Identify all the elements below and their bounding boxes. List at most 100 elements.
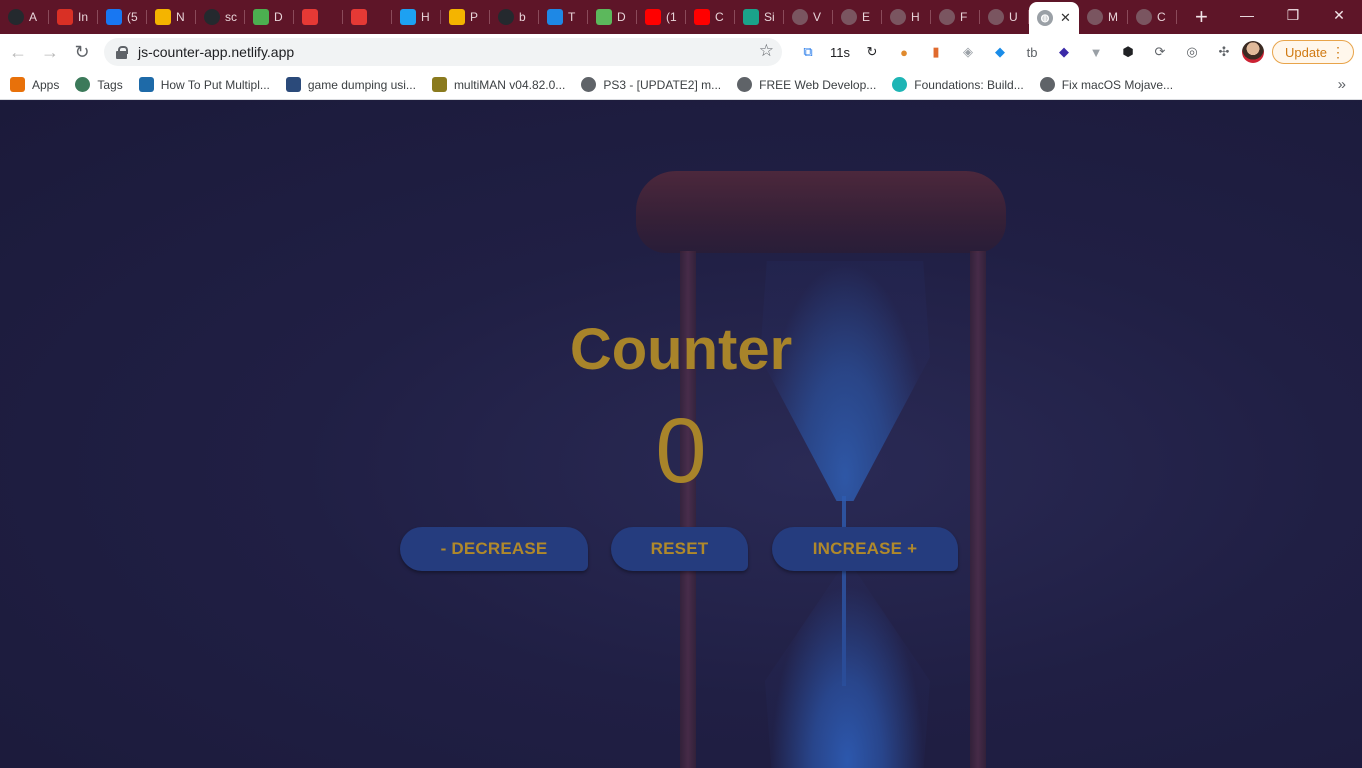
tab-label: b xyxy=(519,10,526,24)
tab-2[interactable]: (5 xyxy=(98,0,147,34)
tab-active[interactable]: ◍ ✕ xyxy=(1029,2,1079,34)
tab-1[interactable]: In xyxy=(49,0,98,34)
dev-icon xyxy=(596,9,612,25)
bookmark-item[interactable]: Foundations: Build... xyxy=(892,77,1024,92)
counter-value: 0 xyxy=(655,400,707,502)
tab-after-0[interactable]: M xyxy=(1079,0,1128,34)
tab-13[interactable]: (1 xyxy=(637,0,686,34)
tab-strip: A In (5 Nsc D H Pb T D (1 C Si V E H F U ◍ ✕ MC + — ❐ ✕ xyxy=(0,0,1362,34)
b-icon xyxy=(138,77,154,92)
bookmark-item[interactable]: Apps xyxy=(10,77,59,92)
bookmark-label: FREE Web Develop... xyxy=(759,77,877,92)
tab-label: In xyxy=(78,10,89,24)
vue-icon[interactable]: ▼ xyxy=(1084,40,1108,64)
tab-4[interactable]: sc xyxy=(196,0,245,34)
tab-17[interactable]: E xyxy=(833,0,882,34)
puzzle-icon[interactable]: ✣ xyxy=(1212,40,1236,64)
tab-10[interactable]: b xyxy=(490,0,539,34)
bookmark-item[interactable]: How To Put Multipl... xyxy=(138,77,270,92)
globe-icon: ◍ xyxy=(1037,10,1053,26)
bookmark-item[interactable]: game dumping usi... xyxy=(285,77,416,92)
code-icon[interactable]: ◎ xyxy=(1180,40,1204,64)
tab-0[interactable]: A xyxy=(0,0,49,34)
update-button[interactable]: Update ⋮ xyxy=(1272,40,1354,64)
apps-grid-icon xyxy=(10,77,25,92)
tab-8[interactable]: H xyxy=(392,0,441,34)
tab-15[interactable]: Si xyxy=(735,0,784,34)
new-tab-button[interactable]: + xyxy=(1195,6,1208,28)
globe-icon xyxy=(1136,9,1152,25)
hourglass-lower-bulb xyxy=(765,571,930,768)
url-text[interactable]: js-counter-app.netlify.app xyxy=(138,44,294,60)
minimize-button[interactable]: — xyxy=(1224,0,1270,30)
hourglass-top-cap xyxy=(636,171,1006,253)
box-icon[interactable]: ⬢ xyxy=(1116,40,1140,64)
github-icon xyxy=(8,9,24,25)
tab-label: U xyxy=(1009,10,1018,24)
tab-7[interactable] xyxy=(343,0,392,34)
notes-icon xyxy=(449,9,465,25)
timer-icon[interactable]: 11s xyxy=(828,40,852,64)
lock-icon[interactable] xyxy=(116,46,128,59)
bookmark-label: Foundations: Build... xyxy=(914,77,1024,92)
reset-button[interactable]: RESET xyxy=(611,527,748,571)
bookmark-item[interactable]: multiMAN v04.82.0... xyxy=(431,77,565,92)
tab-label: P xyxy=(470,10,479,24)
bottle-icon[interactable]: ▮ xyxy=(924,40,948,64)
counter-page: Counter 0 - DECREASE RESET INCREASE + xyxy=(0,101,1362,768)
bookmark-item[interactable]: Fix macOS Mojave... xyxy=(1039,77,1173,92)
reload-button[interactable]: ↻ xyxy=(66,36,98,68)
tab-19[interactable]: F xyxy=(931,0,980,34)
sync-icon[interactable]: ⟳ xyxy=(1148,40,1172,64)
tab-after-1[interactable]: C xyxy=(1128,0,1177,34)
tab-18[interactable]: H xyxy=(882,0,931,34)
shield-blue-icon[interactable]: ◆ xyxy=(988,40,1012,64)
tab-16[interactable]: V xyxy=(784,0,833,34)
tab-label: D xyxy=(274,10,283,24)
forward-button[interactable]: → xyxy=(34,36,66,68)
tab-14[interactable]: C xyxy=(686,0,735,34)
translate-icon[interactable]: ⧉ xyxy=(796,40,820,64)
avatar[interactable] xyxy=(1242,41,1264,63)
tab-20[interactable]: U xyxy=(980,0,1029,34)
restore-button[interactable]: ❐ xyxy=(1270,0,1316,30)
bookmark-label: PS3 - [UPDATE2] m... xyxy=(603,77,722,92)
increase-button[interactable]: INCREASE + xyxy=(772,527,958,571)
globe-icon xyxy=(841,9,857,25)
tab-list: A In (5 Nsc D H Pb T D (1 C Si V E H F U xyxy=(0,0,1029,34)
bookmark-label: How To Put Multipl... xyxy=(160,77,270,92)
bookmark-star-icon[interactable]: ☆ xyxy=(759,41,774,61)
bookmarks-overflow-icon[interactable]: » xyxy=(1338,76,1346,93)
shield-icon[interactable]: ◈ xyxy=(956,40,980,64)
tab-label: H xyxy=(911,10,920,24)
hat-icon[interactable]: ◆ xyxy=(1052,40,1076,64)
close-tab-icon[interactable]: ✕ xyxy=(1060,10,1071,26)
tab-11[interactable]: T xyxy=(539,0,588,34)
tab-6[interactable] xyxy=(294,0,343,34)
back-button[interactable]: ← xyxy=(2,36,34,68)
tb-icon[interactable]: tb xyxy=(1020,40,1044,64)
menu-dots-icon[interactable]: ⋮ xyxy=(1331,44,1345,61)
address-bar[interactable]: js-counter-app.netlify.app ☆ xyxy=(104,38,782,66)
tags-icon xyxy=(75,77,91,92)
decrease-button[interactable]: - DECREASE xyxy=(400,527,588,571)
tab-9[interactable]: P xyxy=(441,0,490,34)
globe-icon xyxy=(988,9,1004,25)
tab-5[interactable]: D xyxy=(245,0,294,34)
tab-label: V xyxy=(813,10,822,24)
globe-icon xyxy=(792,9,808,25)
bookmark-item[interactable]: FREE Web Develop... xyxy=(737,77,876,92)
close-window-button[interactable]: ✕ xyxy=(1316,0,1362,30)
tab-3[interactable]: N xyxy=(147,0,196,34)
cog-icon xyxy=(1039,77,1055,92)
tab-label: C xyxy=(715,10,724,24)
bookmark-item[interactable]: PS3 - [UPDATE2] m... xyxy=(581,77,721,92)
bookmark-label: game dumping usi... xyxy=(307,77,416,92)
refresh-icon[interactable]: ↻ xyxy=(860,40,884,64)
owl-icon[interactable]: ● xyxy=(892,40,916,64)
tab-label: (1 xyxy=(666,10,677,24)
tab-12[interactable]: D xyxy=(588,0,637,34)
bookmark-item[interactable]: Tags xyxy=(75,77,123,92)
globe-icon xyxy=(939,9,955,25)
tab-label: Si xyxy=(764,10,775,24)
